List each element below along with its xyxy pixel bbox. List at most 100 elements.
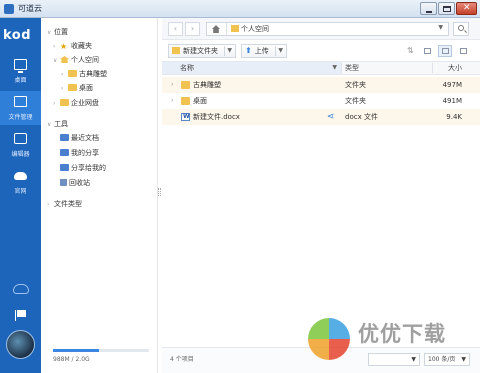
folder-icon	[68, 84, 77, 91]
toolbar: 新建文件夹 ▼ ⬆ 上传 ▼ ⇅	[162, 41, 480, 61]
file-row[interactable]: 新建文件.docx ⋖ docx 文件 9.4K	[162, 109, 480, 125]
chevron-down-icon[interactable]: ▼	[227, 45, 232, 57]
tree-item-shared-with-me[interactable]: 分享给我的	[60, 162, 106, 174]
chevron-right-icon[interactable]: ›	[171, 77, 173, 93]
column-header: 名称 ▼ 类型 大小	[162, 61, 480, 75]
path-divider	[226, 23, 227, 35]
new-folder-button[interactable]: 新建文件夹 ▼	[168, 44, 236, 58]
close-button[interactable]: ✕	[456, 2, 477, 15]
chevron-right-icon: ›	[53, 43, 56, 50]
minimize-icon	[426, 11, 432, 13]
tree-item-subfolder[interactable]: › 古典雕塑	[61, 68, 107, 80]
breadcrumb-label: 个人空间	[241, 25, 269, 33]
share-icon	[60, 149, 69, 156]
column-name-header[interactable]: 名称 ▼	[162, 62, 341, 74]
app-rail: kod 桌面 文件管理 编辑器 官网	[0, 18, 41, 373]
flag-icon[interactable]	[15, 310, 26, 321]
tree-item-recycle-bin[interactable]: 回收站	[60, 177, 90, 189]
back-button[interactable]: ‹	[168, 22, 183, 36]
tree-item-subfolder[interactable]: › 桌面	[61, 82, 93, 94]
rail-item-label: 文件管理	[8, 114, 33, 121]
chevron-right-icon: ›	[61, 71, 64, 78]
window-titlebar: 可道云 ✕	[0, 0, 480, 18]
folder-icon	[68, 70, 77, 77]
edit-icon	[14, 133, 27, 144]
folder-tree: ∨ 位置 › ★ 收藏夹 ∨ 个人空间 › 古典雕塑 › 桌面 › 企业网盘 ∨ 工具 最近文档…	[41, 18, 158, 373]
rail-item-label: 桌面	[14, 77, 27, 84]
chevron-right-icon: ›	[53, 100, 56, 107]
chevron-down-icon: ∨	[53, 57, 58, 64]
cloud-settings-icon[interactable]	[13, 284, 29, 294]
rail-item-editor[interactable]: 编辑器	[0, 128, 41, 162]
tree-item-favorites[interactable]: › ★ 收藏夹	[53, 40, 92, 52]
share-icon[interactable]: ⋖	[327, 109, 335, 125]
shared-with-me-icon	[60, 164, 69, 171]
grid-view-icon	[424, 48, 431, 54]
enterprise-folder-icon	[60, 99, 69, 106]
status-bar: 4 个项目 ▼ 100 条/页 ▼	[162, 347, 480, 373]
tree-label: 我的分享	[71, 149, 99, 157]
file-row[interactable]: › 桌面 文件夹 491M	[162, 93, 480, 109]
search-button[interactable]	[453, 22, 469, 36]
file-row[interactable]: › 古典雕塑 文件夹 497M	[162, 77, 480, 93]
tree-section-location[interactable]: ∨ 位置	[47, 26, 68, 38]
page-select[interactable]: ▼	[368, 353, 420, 366]
trash-icon	[60, 179, 67, 186]
tree-section-file-types[interactable]: › 文件类型	[47, 198, 82, 210]
upload-button[interactable]: ⬆ 上传 ▼	[241, 44, 287, 58]
chevron-right-icon[interactable]: ›	[171, 93, 173, 109]
file-size: 491M	[442, 97, 462, 105]
tree-label: 收藏夹	[71, 42, 92, 50]
rail-item-official-site[interactable]: 官网	[0, 165, 41, 199]
view-split-button[interactable]	[456, 45, 470, 57]
recent-docs-icon	[60, 134, 69, 141]
tree-item-personal-space[interactable]: ∨ 个人空间	[53, 54, 99, 66]
kod-logo: kod	[3, 28, 32, 43]
rail-item-desktop[interactable]: 桌面	[0, 54, 41, 88]
forward-button[interactable]: ›	[185, 22, 200, 36]
storage-usage-bar	[53, 349, 149, 352]
folder-icon	[181, 97, 190, 105]
rail-item-file-manager[interactable]: 文件管理	[0, 91, 41, 125]
column-divider[interactable]	[341, 63, 342, 73]
word-document-icon	[181, 109, 190, 125]
tree-item-recent-docs[interactable]: 最近文档	[60, 132, 99, 144]
upload-icon: ⬆	[245, 46, 252, 55]
path-field[interactable]: 个人空间 ▼	[206, 22, 449, 36]
item-count: 4 个项目	[170, 356, 194, 363]
address-bar: ‹ › 个人空间 ▼	[162, 18, 480, 40]
button-divider	[275, 46, 276, 56]
button-divider	[224, 46, 225, 56]
home-icon[interactable]	[212, 25, 220, 33]
storage-usage-fill	[53, 349, 100, 352]
page-size-select[interactable]: 100 条/页 ▼	[424, 353, 470, 366]
column-divider[interactable]	[432, 63, 433, 73]
tree-label: 文件类型	[54, 200, 82, 208]
file-browser: ‹ › 个人空间 ▼ 新建文件夹 ▼ ⬆ 上传 ▼ ⇅ 名称 ▼ 类型 大小 ›…	[162, 18, 480, 373]
avatar[interactable]	[6, 330, 35, 359]
view-list-button[interactable]	[438, 45, 452, 57]
sort-icon[interactable]: ⇅	[407, 46, 414, 55]
chevron-down-icon: ∨	[47, 121, 52, 128]
breadcrumb[interactable]: 个人空间	[231, 23, 269, 35]
file-name: 新建文件.docx	[193, 113, 240, 121]
panel-splitter-handle[interactable]	[158, 188, 161, 196]
new-folder-label: 新建文件夹	[183, 47, 218, 55]
chevron-down-icon[interactable]: ▼	[438, 24, 443, 31]
view-icons-button[interactable]	[420, 45, 434, 57]
column-type-header[interactable]: 类型	[345, 62, 359, 74]
tree-item-enterprise-disk[interactable]: › 企业网盘	[53, 97, 99, 109]
column-size-header[interactable]: 大小	[448, 62, 462, 74]
chevron-down-icon[interactable]: ▼	[278, 45, 283, 57]
new-folder-icon	[172, 47, 180, 54]
split-view-icon	[460, 48, 467, 54]
home-folder-icon	[60, 56, 69, 63]
maximize-button[interactable]	[438, 2, 455, 15]
tree-section-tools[interactable]: ∨ 工具	[47, 118, 68, 130]
chevron-right-icon: ›	[61, 85, 64, 92]
storage-usage-text: 988M / 2.0G	[53, 356, 90, 363]
minimize-button[interactable]	[420, 2, 437, 15]
file-name: 桌面	[193, 97, 207, 105]
chevron-down-icon: ▼	[461, 356, 466, 363]
tree-item-my-shares[interactable]: 我的分享	[60, 147, 99, 159]
